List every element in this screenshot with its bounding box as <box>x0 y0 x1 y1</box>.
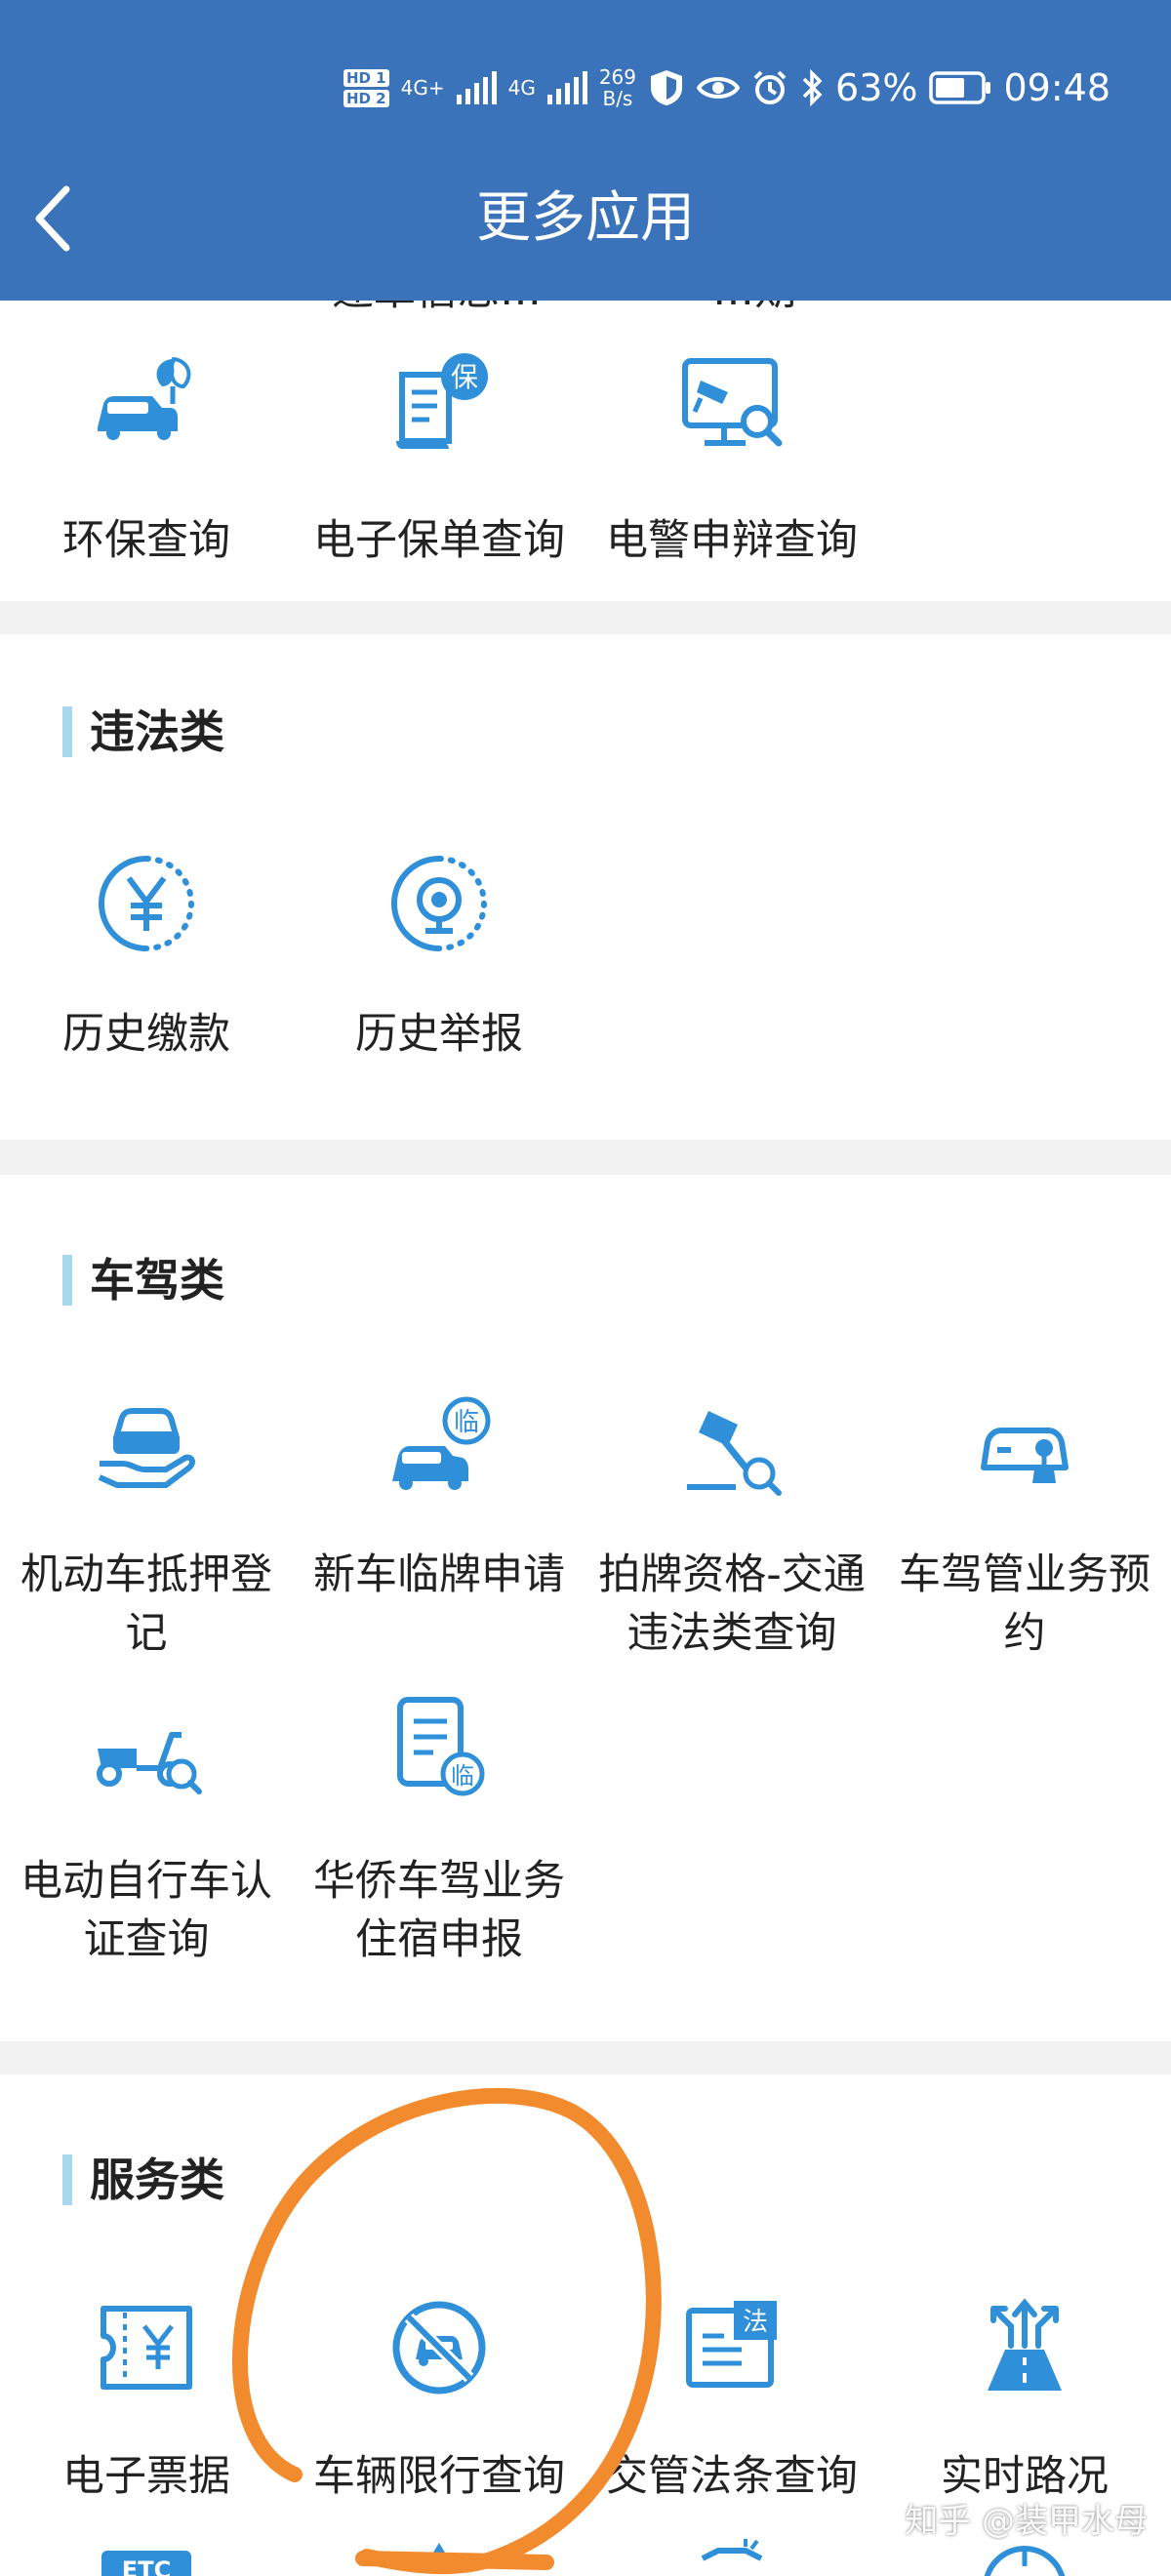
sim-indicator: HD 1 HD 2 <box>343 68 389 107</box>
battery-icon <box>929 71 991 104</box>
shield-icon <box>651 70 683 105</box>
gavel-search-icon <box>687 1411 782 1496</box>
app-partial-3[interactable] <box>586 2539 878 2576</box>
app-history-payment[interactable]: 历史缴款 <box>0 845 293 1079</box>
svg-text:临: 临 <box>451 1762 474 1790</box>
car-leaf-icon <box>98 356 191 440</box>
section-title: 车驾类 <box>62 1255 224 1306</box>
status-bar: HD 1 HD 2 4G+ 4G 269 B/s 63% 09:48 <box>343 57 1110 119</box>
network-speed: 269 B/s <box>598 65 637 110</box>
app-vehicle-appointment[interactable]: 车驾管业务预约 <box>878 1391 1171 1665</box>
signal-icon <box>456 71 497 104</box>
app-label: 历史缴款 <box>62 1010 230 1059</box>
app-partial-4[interactable] <box>878 2539 1171 2576</box>
section-vehicle: 车驾类 机动车抵押登记 临 新车临牌申请 拍牌资格-交通违法类查询 车驾管业务预… <box>0 1175 1171 2041</box>
app-etc[interactable]: ETC <box>0 2545 293 2576</box>
partial-label-2: …期 <box>712 301 796 320</box>
law-book-icon: 法 <box>686 2301 777 2388</box>
hd2-badge: HD 2 <box>343 89 389 107</box>
svg-text:ETC: ETC <box>122 2556 171 2576</box>
app-label: 电子票据 <box>62 2452 230 2501</box>
app-vehicle-mortgage[interactable]: 机动车抵押登记 <box>0 1391 293 1665</box>
svg-text:临: 临 <box>454 1408 479 1437</box>
app-live-traffic[interactable]: 实时路况 <box>878 2291 1171 2501</box>
app-label: 车辆限行查询 <box>313 2452 565 2501</box>
app-e-policy-query[interactable]: 保 电子保单查询 <box>293 347 586 582</box>
car-temp-plate-icon: 临 <box>392 1396 491 1490</box>
section-title: 服务类 <box>62 2154 224 2205</box>
app-e-receipt[interactable]: 电子票据 <box>0 2291 293 2501</box>
app-overseas-lodging[interactable]: 临 华侨车驾业务住宿申报 <box>293 1690 586 1964</box>
app-label: 环保查询 <box>62 516 230 565</box>
app-history-report[interactable]: 历史举报 <box>293 845 586 1079</box>
app-label: 电子保单查询 <box>313 516 565 565</box>
yen-circle-icon <box>99 856 194 951</box>
alarm-icon <box>753 70 787 104</box>
car-alert-icon <box>701 2539 763 2561</box>
document-temp-icon: 临 <box>397 1697 485 1796</box>
section-violation: 违法类 历史缴款 历史举报 <box>0 634 1171 1140</box>
insurance-document-icon: 保 <box>396 353 488 449</box>
app-ebike-certification[interactable]: 电动自行车认证查询 <box>0 1690 293 1964</box>
app-env-query[interactable]: 环保查询 <box>0 347 293 582</box>
section-title: 违法类 <box>62 706 224 757</box>
app-label: 新车临牌申请 <box>313 1550 565 1599</box>
yen-ticket-icon <box>101 2306 192 2390</box>
hd1-badge: HD 1 <box>343 68 389 87</box>
app-label: 历史举报 <box>355 1010 523 1059</box>
app-label: 电警申辩查询 <box>606 516 858 565</box>
signal-icon-2 <box>546 71 587 104</box>
app-label: 电动自行车认证查询 <box>20 1857 272 1964</box>
app-vehicle-restriction-query[interactable]: 车辆限行查询 <box>293 2291 586 2501</box>
app-label: 车驾管业务预约 <box>899 1550 1151 1658</box>
network-type-1: 4G+ <box>400 76 445 100</box>
svg-text:保: 保 <box>451 361 478 393</box>
watermark: 知乎 @装甲水母 <box>905 2502 1148 2541</box>
partial-label-1: 违章信息… <box>332 301 542 320</box>
app-label: 拍牌资格-交通违法类查询 <box>598 1550 866 1658</box>
app-traffic-law-query[interactable]: 法 交管法条查询 <box>586 2291 878 2501</box>
eye-icon <box>697 77 741 99</box>
etc-card-icon: ETC <box>101 2551 191 2576</box>
page-title: 更多应用 <box>476 186 695 250</box>
section-query: 违章信息… …期 环保查询 保 电子保单查询 <box>0 301 1171 601</box>
police-icon <box>420 2543 459 2559</box>
app-temp-plate[interactable]: 临 新车临牌申请 <box>293 1391 586 1665</box>
network-type-2: 4G <box>507 76 536 100</box>
car-hand-icon <box>98 1408 195 1488</box>
bluetooth-icon <box>802 68 823 107</box>
camera-circle-icon <box>391 856 487 951</box>
app-label: 机动车抵押登记 <box>20 1550 272 1658</box>
compass-icon <box>984 2546 1066 2576</box>
svg-text:法: 法 <box>743 2308 768 2337</box>
road-arrows-icon <box>988 2298 1062 2391</box>
battery-percent: 63% <box>835 66 918 109</box>
app-header: HD 1 HD 2 4G+ 4G 269 B/s 63% 09:48 更多应用 <box>0 0 1171 301</box>
app-label: 华侨车驾业务住宿申报 <box>313 1857 565 1964</box>
app-label: 交管法条查询 <box>606 2452 858 2501</box>
scooter-search-icon <box>97 1732 202 1794</box>
monitor-camera-search-icon <box>682 358 783 447</box>
clock: 09:48 <box>1003 66 1110 109</box>
car-stamp-icon <box>981 1428 1069 1483</box>
no-car-icon <box>392 2301 486 2395</box>
app-partial-2[interactable] <box>293 2539 586 2576</box>
app-camera-appeal-query[interactable]: 电警申辩查询 <box>586 347 878 582</box>
app-plate-qualification[interactable]: 拍牌资格-交通违法类查询 <box>586 1391 878 1665</box>
